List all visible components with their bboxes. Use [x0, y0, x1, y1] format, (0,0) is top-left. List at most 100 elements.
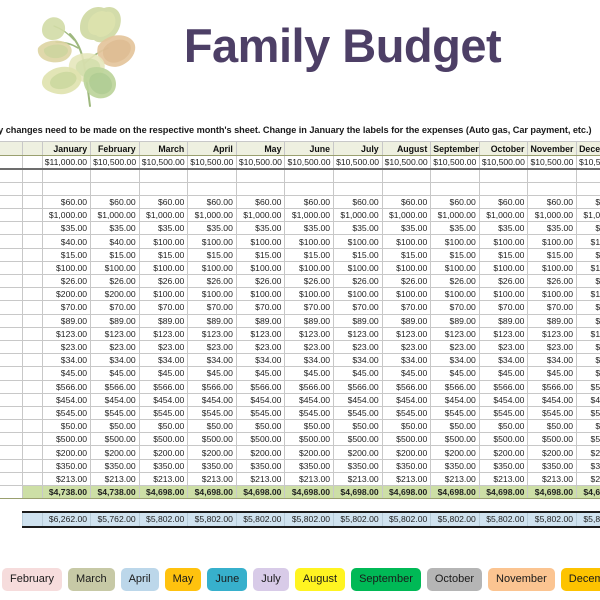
cell-may[interactable]: $50.00 [235, 419, 286, 434]
cell-july[interactable]: $35.00 [333, 221, 383, 236]
cell-august[interactable]: $566.00 [381, 379, 432, 394]
cell-april[interactable]: $454.00 [187, 392, 237, 407]
cell-july[interactable] [333, 168, 383, 183]
remaining-cell-april[interactable]: $5,802.00 [187, 511, 237, 529]
cell-april[interactable]: $213.00 [187, 471, 237, 487]
cell-february[interactable]: $23.00 [90, 339, 140, 355]
cell-august[interactable] [381, 168, 432, 183]
cell-march[interactable]: $500.00 [138, 432, 189, 447]
cell-february[interactable]: $350.00 [90, 458, 140, 473]
cell-january[interactable]: $60.00 [41, 194, 92, 210]
cell-may[interactable]: $15.00 [235, 247, 286, 262]
cell-february[interactable]: $15.00 [90, 247, 140, 262]
cell-may[interactable]: $566.00 [235, 379, 286, 394]
cell-august[interactable]: $200.00 [381, 445, 432, 460]
cell-august[interactable]: $500.00 [381, 432, 432, 447]
cell-november[interactable]: $100.00 [527, 234, 578, 249]
cell-april[interactable]: $34.00 [187, 353, 237, 368]
cell-february[interactable]: $123.00 [90, 326, 140, 341]
cell-april[interactable]: $60.00 [187, 194, 237, 210]
cell-may[interactable]: $70.00 [235, 300, 286, 315]
cell-november[interactable] [527, 168, 578, 183]
cell-november[interactable]: $4,698.00 [527, 484, 578, 500]
cell-july[interactable]: $200.00 [333, 445, 383, 460]
cell-february[interactable]: $213.00 [90, 471, 140, 487]
cell-august[interactable]: $70.00 [381, 300, 432, 315]
cell-december[interactable]: $213.00 [576, 471, 600, 487]
cell-october[interactable]: $100.00 [478, 287, 529, 302]
cell-july[interactable]: $10,500.00 [333, 155, 383, 170]
cell-march[interactable]: $50.00 [138, 419, 189, 434]
cell-february[interactable]: $10,500.00 [90, 155, 140, 170]
cell-april[interactable]: $70.00 [187, 300, 237, 315]
cell-august[interactable]: $350.00 [381, 458, 432, 473]
cell-november[interactable]: $1,000.00 [527, 208, 578, 223]
cell-april[interactable]: $545.00 [187, 405, 237, 421]
cell-april[interactable]: $4,698.00 [187, 484, 237, 500]
sheet-tab-june[interactable]: June [207, 567, 248, 591]
cell-february[interactable] [90, 181, 140, 196]
cell-january[interactable]: $500.00 [41, 432, 92, 447]
cell-july[interactable]: $26.00 [333, 273, 383, 289]
cell-march[interactable]: $60.00 [138, 194, 189, 210]
cell-march[interactable] [138, 181, 189, 196]
cell-january[interactable]: $70.00 [41, 300, 92, 315]
cell-october[interactable]: $100.00 [478, 260, 529, 276]
cell-march[interactable]: $100.00 [138, 260, 189, 276]
cell-december[interactable]: $26.00 [576, 273, 600, 289]
cell-july[interactable]: $70.00 [333, 300, 383, 315]
cell-january[interactable] [41, 181, 92, 196]
remaining-cell-january[interactable]: $6,262.00 [41, 511, 92, 529]
cell-october[interactable]: $566.00 [478, 379, 529, 394]
cell-september[interactable]: $350.00 [430, 458, 480, 473]
cell-august[interactable]: $213.00 [381, 471, 432, 487]
cell-january[interactable]: $40.00 [41, 234, 92, 249]
cell-october[interactable]: $50.00 [478, 419, 529, 434]
cell-september[interactable] [430, 168, 480, 183]
cell-november[interactable]: $350.00 [527, 458, 578, 473]
cell-october[interactable]: $34.00 [478, 353, 529, 368]
cell-january[interactable]: $15.00 [41, 247, 92, 262]
cell-september[interactable]: $566.00 [430, 379, 480, 394]
cell-may[interactable]: $545.00 [235, 405, 286, 421]
cell-january[interactable]: $34.00 [41, 353, 92, 368]
cell-november[interactable]: $50.00 [527, 419, 578, 434]
cell-august[interactable]: $545.00 [381, 405, 432, 421]
cell-june[interactable]: $200.00 [284, 445, 335, 460]
cell-february[interactable] [90, 168, 140, 183]
cell-march[interactable]: $213.00 [138, 471, 189, 487]
cell-may[interactable] [235, 181, 286, 196]
cell-august[interactable]: $123.00 [381, 326, 432, 341]
cell-april[interactable] [187, 181, 237, 196]
cell-may[interactable]: $500.00 [235, 432, 286, 447]
cell-january[interactable]: $545.00 [41, 405, 92, 421]
cell-november[interactable]: $89.00 [527, 313, 578, 328]
cell-july[interactable]: $15.00 [333, 247, 383, 262]
cell-may[interactable]: $100.00 [235, 260, 286, 276]
remaining-cell-february[interactable]: $5,762.00 [90, 511, 140, 529]
cell-march[interactable]: $566.00 [138, 379, 189, 394]
cell-january[interactable]: $23.00 [41, 339, 92, 355]
remaining-cell-august[interactable]: $5,802.00 [381, 511, 432, 529]
cell-august[interactable]: $100.00 [381, 260, 432, 276]
cell-april[interactable]: $200.00 [187, 445, 237, 460]
cell-july[interactable]: $60.00 [333, 194, 383, 210]
cell-august[interactable]: $1,000.00 [381, 208, 432, 223]
cell-february[interactable]: $60.00 [90, 194, 140, 210]
cell-september[interactable]: $200.00 [430, 445, 480, 460]
cell-august[interactable]: $10,500.00 [381, 155, 432, 170]
cell-july[interactable]: $566.00 [333, 379, 383, 394]
cell-february[interactable]: $34.00 [90, 353, 140, 368]
cell-october[interactable]: $60.00 [478, 194, 529, 210]
cell-april[interactable]: $23.00 [187, 339, 237, 355]
cell-january[interactable]: $454.00 [41, 392, 92, 407]
cell-october[interactable]: $89.00 [478, 313, 529, 328]
cell-october[interactable]: $1,000.00 [478, 208, 529, 223]
cell-june[interactable]: $4,698.00 [284, 484, 335, 500]
cell-september[interactable]: $26.00 [430, 273, 480, 289]
cell-february[interactable]: $50.00 [90, 419, 140, 434]
cell-june[interactable]: $70.00 [284, 300, 335, 315]
cell-june[interactable]: $100.00 [284, 260, 335, 276]
cell-december[interactable]: $15.00 [576, 247, 600, 262]
cell-november[interactable]: $10,500.00 [527, 155, 578, 170]
